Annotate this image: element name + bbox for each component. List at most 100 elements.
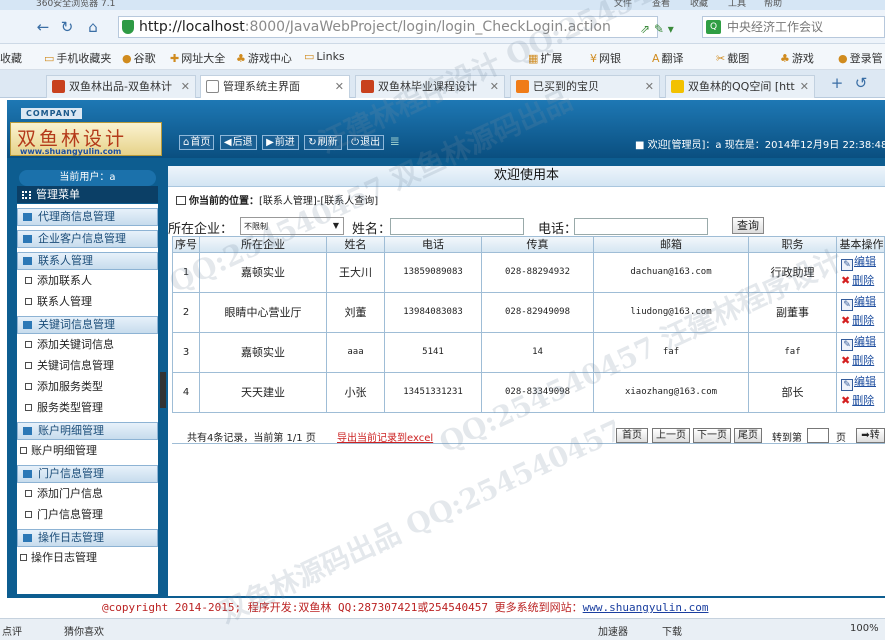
sidebar-item-add-contact[interactable]: 添加联系人: [17, 270, 158, 291]
tab-restore-icon[interactable]: ↺: [852, 74, 870, 92]
sidebar-item-manage-logs[interactable]: 操作日志管理: [17, 547, 158, 568]
fav-item[interactable]: 收藏: [0, 50, 22, 66]
copyright-text: @copyright 2014-2015; 程序开发:双鱼林 QQ:287307…: [102, 601, 583, 614]
name-input[interactable]: [390, 218, 524, 235]
sidebar-item-add-portal[interactable]: 添加门户信息: [17, 483, 158, 504]
sidebar-item-manage-portal[interactable]: 门户信息管理: [17, 504, 158, 525]
last-page-button[interactable]: 尾页: [734, 428, 762, 443]
phone-input[interactable]: [574, 218, 708, 235]
sidebar-collapse-handle[interactable]: [160, 372, 166, 408]
back-arrow-icon[interactable]: ←: [34, 18, 52, 36]
nav-home-button[interactable]: ⌂首页: [179, 135, 215, 150]
sidebar-group-customers[interactable]: 企业客户信息管理: [17, 230, 158, 248]
status-guess-like[interactable]: 猜你喜欢: [64, 623, 104, 638]
fav-item[interactable]: ▭ Links: [304, 50, 345, 63]
status-review[interactable]: 点评: [2, 623, 22, 638]
browser-titlebar: 360安全浏览器 7.1 文件 查看 收藏 工具 帮助: [0, 0, 885, 10]
home-page-icon[interactable]: ⌂: [84, 18, 102, 36]
browser-search-input[interactable]: Q 中央经济工作会议: [702, 16, 885, 38]
company-select[interactable]: 不限制 ▼: [240, 217, 344, 235]
export-excel-link[interactable]: 导出当前记录到excel: [337, 429, 433, 444]
browser-tab[interactable]: 双鱼林的QQ空间 [htt ✕: [665, 75, 815, 98]
star-favicon-icon: [671, 80, 684, 93]
new-tab-icon[interactable]: +: [828, 74, 846, 92]
delete-link[interactable]: ✖ 删除: [841, 355, 874, 367]
fav-item[interactable]: ▦ 扩展: [528, 50, 562, 66]
sidebar-item-manage-keywords[interactable]: 关键词信息管理: [17, 355, 158, 376]
bullet-square-icon: [25, 404, 32, 411]
address-tools-icon[interactable]: ⇗ ✎ ▾: [640, 22, 674, 36]
sidebar-item-manage-service-types[interactable]: 服务类型管理: [17, 397, 158, 418]
edit-link[interactable]: ✎ 编辑: [841, 376, 876, 391]
sidebar-group-accounts[interactable]: 账户明细管理: [17, 422, 158, 440]
sidebar-item-add-keyword[interactable]: 添加关键词信息: [17, 334, 158, 355]
delete-link[interactable]: ✖ 删除: [841, 315, 874, 327]
status-accelerator[interactable]: 加速器: [598, 623, 628, 638]
close-tab-icon[interactable]: ✕: [335, 76, 344, 97]
close-tab-icon[interactable]: ✕: [645, 76, 654, 97]
folder-icon: ▭: [304, 50, 315, 63]
bullet-square-icon: [25, 362, 32, 369]
fav-item[interactable]: ♣ 游戏中心: [236, 50, 292, 66]
nav-back-button[interactable]: ◀后退: [219, 135, 257, 150]
url-path: :8000/JavaWebProject/login/login_CheckLo…: [244, 19, 611, 35]
logo: 双鱼林设计 www.shuangyulin.com: [10, 122, 162, 156]
browser-tab[interactable]: 已买到的宝贝 ✕: [510, 75, 660, 98]
sidebar-item-manage-contacts[interactable]: 联系人管理: [17, 291, 158, 312]
menu-view[interactable]: 查看: [652, 0, 670, 9]
fav-item[interactable]: ♣ 游戏: [780, 50, 814, 66]
menu-file[interactable]: 文件: [614, 0, 632, 9]
sidebar-group-keywords[interactable]: 关键词信息管理: [17, 316, 158, 334]
sidebar-group-portal[interactable]: 门户信息管理: [17, 465, 158, 483]
page-number-input[interactable]: [807, 428, 829, 443]
menu-help[interactable]: 帮助: [764, 0, 782, 9]
close-tab-icon[interactable]: ✕: [800, 76, 809, 97]
cell-email: xiaozhang@163.com: [594, 373, 749, 412]
sidebar-group-logs[interactable]: 操作日志管理: [17, 529, 158, 547]
go-page-button[interactable]: ➡转: [856, 428, 885, 443]
top-nav: ⌂首页 ◀后退 ▶前进 ↻刷新 ⏻退出 ≣: [179, 134, 400, 150]
nav-refresh-button[interactable]: ↻刷新: [304, 135, 342, 150]
website-link[interactable]: www.shuangyulin.com: [583, 601, 709, 614]
browser-tab-active[interactable]: 管理系统主界面 ✕: [200, 75, 350, 98]
menu-favorites[interactable]: 收藏: [690, 0, 708, 9]
sidebar-group-contacts[interactable]: 联系人管理: [17, 252, 158, 270]
delete-link[interactable]: ✖ 删除: [841, 275, 874, 287]
fav-item[interactable]: ✂ 截图: [716, 50, 749, 66]
first-page-button[interactable]: 首页: [616, 428, 648, 443]
prev-page-button[interactable]: 上一页: [652, 428, 690, 443]
fav-item[interactable]: ● 登录管: [838, 50, 883, 66]
status-zoom[interactable]: 100%: [850, 623, 879, 634]
sidebar-group-agents[interactable]: 代理商信息管理: [17, 208, 158, 226]
google-icon: ●: [122, 52, 132, 65]
fav-item[interactable]: ¥ 网银: [590, 50, 621, 66]
status-download[interactable]: 下载: [662, 623, 682, 638]
edit-link[interactable]: ✎ 编辑: [841, 336, 876, 351]
query-button[interactable]: 查询: [732, 217, 764, 234]
fav-item[interactable]: ▭ 手机收藏夹: [44, 50, 111, 66]
edit-link[interactable]: ✎ 编辑: [841, 256, 876, 271]
menu-tools[interactable]: 工具: [728, 0, 746, 9]
bullet-square-icon: [25, 511, 32, 518]
url-input[interactable]: http://localhost:8000/JavaWebProject/log…: [118, 16, 658, 38]
nav-forward-button[interactable]: ▶前进: [262, 135, 299, 150]
edit-link[interactable]: ✎ 编辑: [841, 296, 876, 311]
fav-item[interactable]: A 翻译: [652, 50, 684, 66]
cell-fax: 14: [482, 333, 594, 372]
sidebar-item-account-details[interactable]: 账户明细管理: [17, 440, 158, 461]
nav-logout-button[interactable]: ⏻退出: [347, 135, 385, 150]
sidebar-menu-header[interactable]: 管理菜单: [17, 186, 158, 204]
fav-item[interactable]: ✚ 网址大全: [170, 50, 225, 66]
sidebar-item-add-service-type[interactable]: 添加服务类型: [17, 376, 158, 397]
next-page-button[interactable]: 下一页: [693, 428, 731, 443]
close-tab-icon[interactable]: ✕: [490, 76, 499, 97]
fav-item[interactable]: ● 谷歌: [122, 50, 156, 66]
close-tab-icon[interactable]: ✕: [181, 76, 190, 97]
browser-tab[interactable]: 双鱼林毕业课程设计 ✕: [355, 75, 505, 98]
game-icon: ♣: [780, 52, 790, 65]
refresh-page-icon[interactable]: ↻: [58, 18, 76, 36]
menu-square-icon: [23, 235, 32, 243]
record-count: 共有4条记录，当前第 1/1 页: [187, 433, 316, 444]
delete-link[interactable]: ✖ 删除: [841, 395, 874, 407]
browser-tab[interactable]: 双鱼林出品-双鱼林计 ✕: [46, 75, 196, 98]
